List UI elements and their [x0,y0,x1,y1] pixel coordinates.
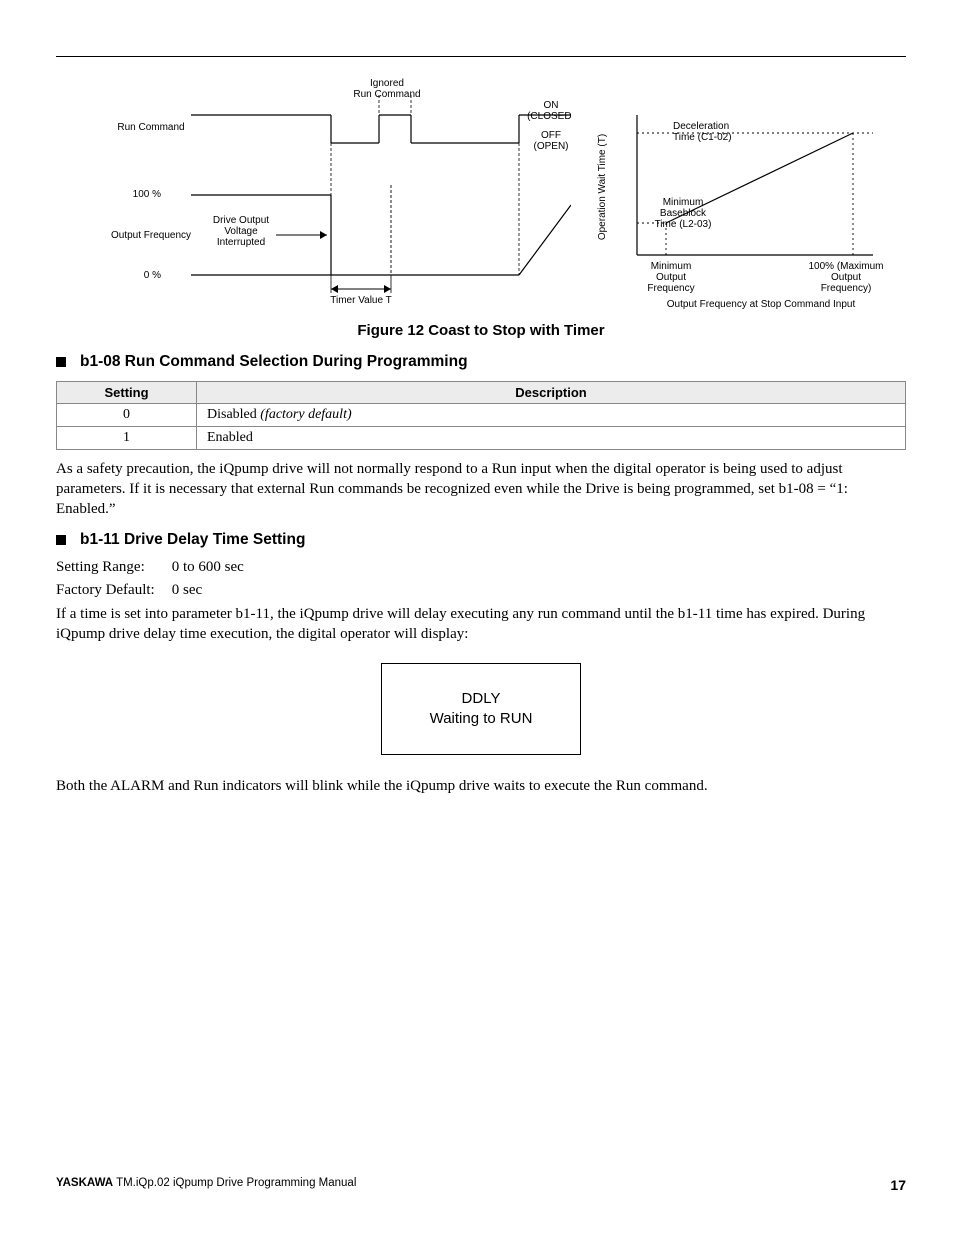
lbl-minbb-1: Minimum [663,197,704,208]
lbl-maxof-2: Output [831,272,861,283]
display-line-1: DDLY [462,689,501,709]
lbl-on: ON [544,100,559,111]
b1-11-paragraph-2: Both the ALARM and Run indicators will b… [56,777,906,797]
section-b1-08-heading: b1-08 Run Command Selection During Progr… [56,353,906,371]
lbl-ignored-2: Run Command [353,89,420,100]
figure-caption: Figure 12 Coast to Stop with Timer [56,322,906,339]
lbl-minbb-3: Time (L2-03) [655,219,712,230]
page-footer: YASKAWA TM.iQp.02 iQpump Drive Programmi… [56,1177,906,1193]
display-line-2: Waiting to RUN [430,709,533,729]
factory-default-key: Factory Default: [56,582,168,599]
cell-description: Disabled (factory default) [197,404,906,427]
th-setting: Setting [57,382,197,404]
setting-range-row: Setting Range: 0 to 600 sec [56,559,906,576]
lbl-dov3: Interrupted [217,237,265,248]
cell-desc-italic: (factory default) [260,407,351,422]
top-rule [56,56,906,57]
lbl-0pct: 0 % [144,270,161,281]
cell-setting: 0 [57,404,197,427]
lbl-minof-1: Minimum [651,261,692,272]
setting-range-value: 0 to 600 sec [172,559,244,575]
lbl-off: OFF [541,130,561,141]
operator-display-box: DDLY Waiting to RUN [381,663,581,755]
figure-left-panel: Ignored Run Command Run Command ON (CLOS… [61,75,571,316]
lbl-maxof-1: 100% (Maximum [808,261,883,272]
table-row: 0 Disabled (factory default) [57,404,906,427]
cell-desc-text: Enabled [207,430,253,445]
lbl-minof-3: Frequency [647,283,694,294]
lbl-dov1: Drive Output [213,215,269,226]
bullet-icon [56,535,66,545]
footer-page-number: 17 [890,1177,906,1193]
b1-08-paragraph: As a safety precaution, the iQpump drive… [56,460,906,519]
lbl-maxof-3: Frequency) [821,283,872,294]
table-row: 1 Enabled [57,427,906,450]
figure-right-panel: Operation Wait Time (T) Deceleration Tim… [591,75,901,316]
footer-doc-title: TM.iQp.02 iQpump Drive Programming Manua… [113,1177,356,1189]
factory-default-row: Factory Default: 0 sec [56,582,906,599]
cell-desc-text: Disabled [207,407,260,422]
b1-11-paragraph-1: If a time is set into parameter b1-11, t… [56,605,906,645]
lbl-open: (OPEN) [534,141,569,152]
lbl-minbb-2: Baseblock [660,208,707,219]
footer-brand: YASKAWA [56,1177,113,1189]
b1-08-table: Setting Description 0 Disabled (factory … [56,381,906,450]
section-b1-08-title: b1-08 Run Command Selection During Progr… [80,353,468,371]
lbl-output-freq: Output Frequency [111,230,191,241]
setting-range-key: Setting Range: [56,559,168,576]
lbl-decel-1: Deceleration [673,121,729,132]
timing-diagram: Ignored Run Command Run Command ON (CLOS… [61,75,571,311]
lbl-minof-2: Output [656,272,686,283]
lbl-ignored-1: Ignored [370,78,404,89]
figure-12: Ignored Run Command Run Command ON (CLOS… [56,75,906,316]
footer-left: YASKAWA TM.iQp.02 iQpump Drive Programmi… [56,1177,356,1193]
section-b1-11-heading: b1-11 Drive Delay Time Setting [56,531,906,549]
lbl-decel-2: Time (C1-02) [673,132,732,143]
factory-default-value: 0 sec [172,582,202,598]
lbl-y-axis: Operation Wait Time (T) [597,134,608,240]
cell-setting: 1 [57,427,197,450]
bullet-icon [56,357,66,367]
lbl-closed: (CLOSED) [527,111,571,122]
lbl-x-axis: Output Frequency at Stop Command Input [667,299,856,310]
lbl-run-command: Run Command [117,122,184,133]
th-description: Description [197,382,906,404]
table-header-row: Setting Description [57,382,906,404]
lbl-dov2: Voltage [224,226,258,237]
section-b1-11-title: b1-11 Drive Delay Time Setting [80,531,305,549]
lbl-timer-value: Timer Value T [330,295,392,306]
wait-time-chart: Operation Wait Time (T) Deceleration Tim… [591,75,901,311]
lbl-100pct: 100 % [133,189,161,200]
cell-description: Enabled [197,427,906,450]
